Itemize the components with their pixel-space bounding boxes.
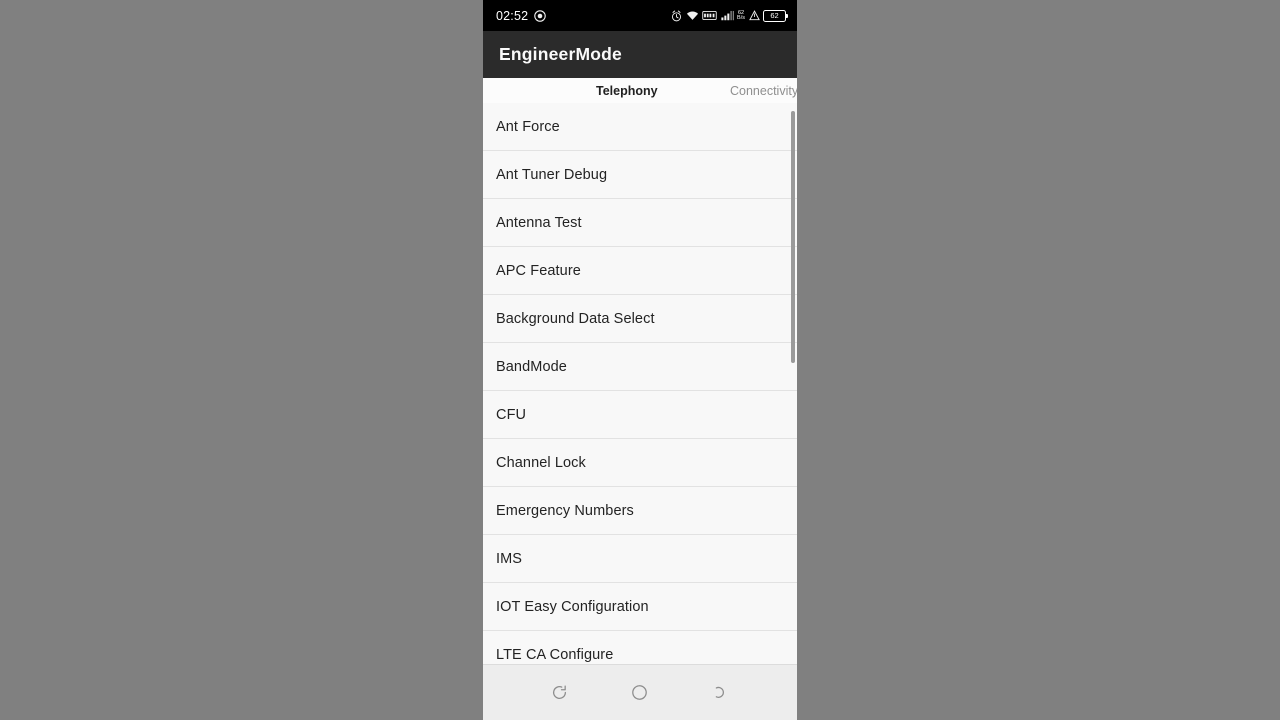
wifi-icon [686, 11, 698, 20]
list-item-label: Channel Lock [496, 454, 586, 471]
signal-bars-icon [720, 10, 734, 21]
scrollbar-thumb[interactable] [791, 111, 795, 363]
list-item[interactable]: Ant Tuner Debug [483, 151, 797, 199]
app-bar: EngineerMode [483, 31, 797, 78]
tab-bar: Telephony Connectivity [483, 78, 797, 103]
status-bar: 02:52 62 B/s 62 [483, 0, 797, 31]
back-button[interactable] [698, 670, 744, 716]
status-bar-left: 02:52 [496, 8, 547, 23]
battery-level-text: 62 [770, 10, 779, 20]
page-title: EngineerMode [499, 44, 622, 64]
vowifi-icon [702, 11, 717, 20]
vibrate-icon [748, 10, 760, 21]
alarm-icon [672, 10, 682, 21]
list-item[interactable]: Ant Force [483, 103, 797, 151]
list-item[interactable]: Channel Lock [483, 439, 797, 487]
list-item-label: Antenna Test [496, 214, 582, 231]
list-item-label: Ant Force [496, 118, 560, 135]
list-item[interactable]: LTE CA Configure [483, 631, 797, 664]
list-item[interactable]: Emergency Numbers [483, 487, 797, 535]
list-item-label: Ant Tuner Debug [496, 166, 608, 183]
list-item[interactable]: CFU [483, 391, 797, 439]
home-button[interactable] [617, 670, 663, 716]
list-item[interactable]: BandMode [483, 343, 797, 391]
list-item-label: Emergency Numbers [496, 502, 634, 519]
list-item-label: Background Data Select [496, 310, 655, 327]
navigation-bar [483, 664, 797, 720]
battery-icon: 62 [763, 9, 789, 22]
tab-connectivity[interactable]: Connectivity [730, 78, 797, 103]
data-speed-icon: 62 B/s [737, 10, 745, 21]
list-item[interactable]: IOT Easy Configuration [483, 583, 797, 631]
status-bar-right: 62 B/s 62 [671, 9, 789, 22]
data-speed-unit: B/s [737, 14, 745, 21]
status-time: 02:52 [496, 8, 529, 23]
recents-button[interactable] [536, 670, 582, 716]
recents-icon [552, 685, 566, 699]
phone-screenshot-frame: 02:52 62 B/s 62 EngineerMode Telephony C… [483, 0, 797, 720]
list-item-label: CFU [496, 406, 527, 423]
list-item[interactable]: IMS [483, 535, 797, 583]
list-item[interactable]: Antenna Test [483, 199, 797, 247]
list-item-label: IMS [496, 550, 523, 567]
list-item-label: IOT Easy Configuration [496, 598, 649, 615]
list-item-label: LTE CA Configure [496, 646, 614, 663]
list-item[interactable]: Background Data Select [483, 295, 797, 343]
settings-list[interactable]: Ant Force Ant Tuner Debug Antenna Test A… [483, 103, 797, 664]
screen-record-icon [534, 9, 547, 22]
tab-telephony[interactable]: Telephony [596, 78, 658, 103]
home-circle-icon [632, 685, 648, 700]
list-item[interactable]: APC Feature [483, 247, 797, 295]
list-item-label: APC Feature [496, 262, 581, 279]
list-item-label: BandMode [496, 358, 567, 375]
back-arrow-icon [715, 686, 725, 698]
